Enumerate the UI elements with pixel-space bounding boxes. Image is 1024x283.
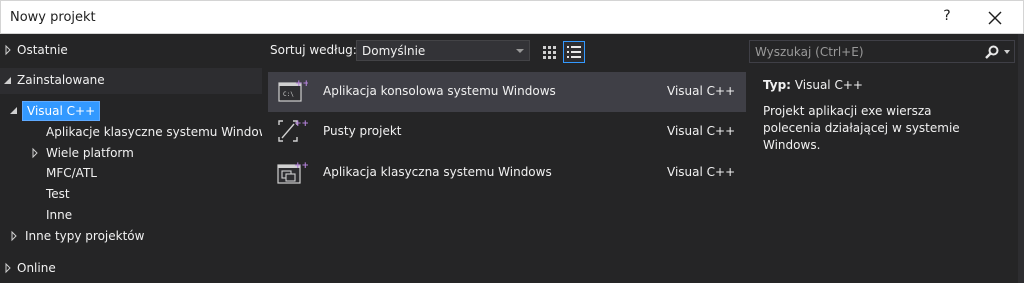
- template-item-empty-project[interactable]: ++ Pusty projekt Visual C++: [268, 112, 746, 152]
- expand-arrow-icon[interactable]: [3, 40, 13, 60]
- sort-label: Sortuj według:: [270, 43, 357, 57]
- tree-item-ostatnie[interactable]: Ostatnie: [0, 40, 262, 60]
- type-label: Typ:: [763, 78, 791, 92]
- grid-view-button[interactable]: [538, 41, 560, 63]
- tree-item-label: Test: [46, 187, 70, 201]
- close-button[interactable]: [983, 6, 1007, 30]
- template-language: Visual C++: [667, 84, 736, 98]
- search-input[interactable]: Wyszukaj (Ctrl+E): [755, 45, 864, 59]
- expand-arrow-icon[interactable]: [30, 143, 40, 163]
- help-button[interactable]: ?: [937, 8, 957, 28]
- grid-view-icon: [543, 46, 556, 59]
- tree-item-test[interactable]: Test: [0, 184, 262, 204]
- tree-item-visual-cpp[interactable]: Visual C++: [0, 101, 262, 121]
- collapse-arrow-icon[interactable]: [3, 71, 13, 91]
- empty-project-icon: ++: [278, 119, 308, 142]
- tree-item-inne-typy-projektow[interactable]: Inne typy projektów: [0, 226, 262, 246]
- list-view-button[interactable]: [563, 41, 585, 63]
- template-name: Aplikacja konsolowa systemu Windows: [323, 84, 556, 98]
- template-name: Pusty projekt: [323, 124, 402, 138]
- svg-text:++: ++: [294, 161, 308, 171]
- list-view-icon: [567, 46, 581, 58]
- chevron-down-icon: [516, 49, 524, 53]
- collapse-arrow-icon[interactable]: [9, 101, 19, 121]
- template-item-desktop-app[interactable]: ++ Aplikacja klasyczna systemu Windows V…: [268, 153, 746, 193]
- type-line: Typ: Visual C++: [763, 78, 863, 92]
- tree-item-label: Wiele platform: [46, 146, 134, 160]
- console-app-icon: C:\ ++: [278, 79, 308, 102]
- template-description: Projekt aplikacji exe wiersza polecenia …: [763, 104, 960, 152]
- template-language: Visual C++: [667, 124, 736, 138]
- svg-text:C:\: C:\: [283, 91, 294, 98]
- tree-item-label: Visual C++: [22, 101, 101, 121]
- tree-item-label: Inne: [46, 208, 73, 222]
- dialog-body: Ostatnie Zainstalowane Visual C++ Aplika…: [0, 34, 1024, 283]
- tree-item-mfc-atl[interactable]: MFC/ATL: [0, 163, 262, 183]
- close-icon: [988, 11, 1002, 25]
- svg-text:++: ++: [294, 119, 308, 129]
- tree-item-online[interactable]: Online: [0, 258, 262, 278]
- desktop-app-icon: ++: [277, 161, 308, 184]
- search-options-arrow-icon[interactable]: [1004, 50, 1010, 54]
- search-box[interactable]: Wyszukaj (Ctrl+E): [749, 40, 1015, 63]
- window-title: Nowy projekt: [10, 10, 96, 25]
- svg-text:++: ++: [295, 79, 308, 89]
- tree-item-label: MFC/ATL: [46, 166, 97, 180]
- tree-item-label: Aplikacje klasyczne systemu Windows: [46, 125, 262, 139]
- template-list: C:\ ++ Aplikacja konsolowa systemu Windo…: [268, 72, 746, 283]
- tree-item-label: Inne typy projektów: [25, 229, 145, 243]
- sort-dropdown-value: Domyślnie: [362, 44, 426, 58]
- tree-item-aplikacje-klasyczne[interactable]: Aplikacje klasyczne systemu Windows: [0, 122, 262, 142]
- sort-dropdown[interactable]: Domyślnie: [356, 40, 530, 61]
- type-value: Visual C++: [794, 78, 863, 92]
- expand-arrow-icon[interactable]: [9, 226, 19, 246]
- title-bar: Nowy projekt ?: [0, 0, 1024, 34]
- tree-item-label: Zainstalowane: [17, 73, 105, 87]
- tree-item-label: Online: [17, 261, 56, 275]
- tree-item-label: Ostatnie: [17, 43, 68, 57]
- template-item-console-app[interactable]: C:\ ++ Aplikacja konsolowa systemu Windo…: [268, 72, 746, 112]
- category-tree: Ostatnie Zainstalowane Visual C++ Aplika…: [0, 34, 262, 283]
- tree-item-inne[interactable]: Inne: [0, 205, 262, 225]
- window-right-edge: [1018, 34, 1024, 283]
- tree-item-wiele-platform[interactable]: Wiele platform: [0, 143, 262, 163]
- tree-item-zainstalowane[interactable]: Zainstalowane: [0, 68, 262, 94]
- expand-arrow-icon[interactable]: [3, 258, 13, 278]
- template-language: Visual C++: [667, 165, 736, 179]
- search-icon[interactable]: [984, 44, 1000, 60]
- template-name: Aplikacja klasyczna systemu Windows: [323, 165, 552, 179]
